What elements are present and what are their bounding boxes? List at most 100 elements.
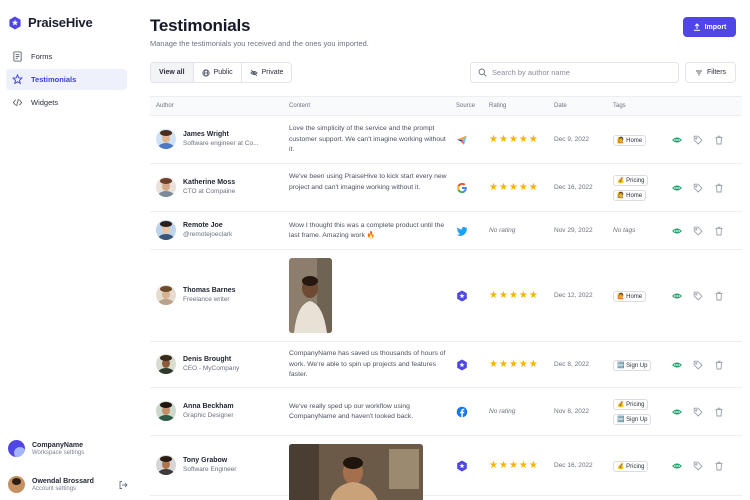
segment-view-all[interactable]: View all [151,63,194,82]
praisehive-icon [456,359,468,371]
logout-icon[interactable] [118,480,128,490]
avatar [156,354,176,374]
tag-icon[interactable] [693,226,703,236]
tag-badge[interactable]: 🆕 Sign Up [613,414,652,425]
star-icon: ★ [498,134,508,145]
sidebar-item-forms[interactable]: Forms [6,46,127,67]
visibility-toggle-icon[interactable] [672,291,682,301]
visibility-toggle-icon[interactable] [672,360,682,370]
segment-label: Private [261,69,284,76]
filter-icon [695,70,702,75]
trash-icon[interactable] [714,291,724,301]
trash-icon[interactable] [714,183,724,193]
tags-cell: 🆕 Sign Up [613,359,652,371]
account-name: Owendal Brossard [32,477,94,485]
segment-public[interactable]: Public [194,63,242,82]
author-cell: Tony Grabow Software Engineer [156,455,284,475]
author-role: CEO - MyCompany [183,365,240,372]
date-cell: Dec 9, 2022 [554,136,590,143]
tag-badge[interactable]: 🙋 Home [613,290,647,302]
tags-cell: 🙋 Home [613,290,647,302]
star-icon: ★ [489,290,498,301]
star-icon: ★ [508,460,518,471]
tag-badge[interactable]: 💰 Pricing [613,460,649,472]
capterra-icon [456,134,468,146]
trash-icon[interactable] [714,135,724,145]
tag-icon[interactable] [693,407,703,417]
author-name: Anna Beckham [183,403,234,410]
segment-private[interactable]: Private [242,63,292,82]
search-input[interactable] [492,68,672,77]
trash-icon[interactable] [714,407,724,417]
tag-icon[interactable] [693,360,703,370]
column-author: Author [156,103,174,109]
date-cell: Dec 16, 2022 [554,184,593,191]
column-date: Date [554,103,567,109]
praisehive-icon [456,290,468,302]
workspace-settings[interactable]: CompanyName Workspace settings [8,440,128,457]
tag-badge[interactable]: 🙋 Home [613,190,647,201]
video-thumbnail[interactable] [289,258,332,333]
video-thumbnail[interactable] [289,444,423,500]
tag-badge[interactable]: 🆕 Sign Up [613,359,652,371]
page-subtitle: Manage the testimonials you received and… [150,39,369,48]
star-icon: ★ [498,359,508,370]
table-row[interactable]: Tony Grabow Software Engineer ★ ★ ★ ★ ★ Dec 16,… [150,436,742,500]
page-title: Testimonials [150,16,251,35]
brand-logo[interactable]: PraiseHive [8,15,93,30]
table-row[interactable]: James Wright Software engineer at Co... Lo… [150,116,742,164]
rating-stars: ★ ★ ★ ★ ★ [489,135,538,145]
visibility-toggle-icon[interactable] [672,226,682,236]
row-actions [672,183,724,193]
tag-badge[interactable]: 💰 Pricing [613,399,649,410]
table-row[interactable]: Thomas Barnes Freelance writer ★ ★ ★ ★ ★ Dec 12… [150,250,742,342]
testimonial-content: We've really sped up our workflow using … [289,402,414,421]
row-actions [672,135,724,145]
table-row[interactable]: Denis Brought CEO - MyCompany CompanyName … [150,342,742,388]
sidebar-item-label: Testimonials [31,75,77,84]
row-actions [672,226,724,236]
star-icon: ★ [518,290,528,301]
sidebar-item-widgets[interactable]: Widgets [6,92,127,113]
tag-icon[interactable] [693,183,703,193]
workspace-settings-label: Workspace settings [32,449,85,456]
star-icon: ★ [498,182,508,193]
author-name: Thomas Barnes [183,287,236,294]
tag-icon[interactable] [693,135,703,145]
sidebar-item-testimonials[interactable]: Testimonials [6,69,127,90]
no-rating-label: No rating [489,408,516,415]
column-tags: Tags [613,103,626,109]
star-icon: ★ [489,134,498,145]
table-row[interactable]: Katherine Moss CTO at Compaine We've been … [150,164,742,212]
import-button[interactable]: Import [683,17,736,37]
visibility-toggle-icon[interactable] [672,461,682,471]
trash-icon[interactable] [714,461,724,471]
table-body: James Wright Software engineer at Co... Lo… [150,116,742,500]
star-icon: ★ [528,182,538,193]
tag-icon[interactable] [693,291,703,301]
tag-badge[interactable]: 💰 Pricing [613,175,649,186]
sidebar-nav: Forms Testimonials Widgets [6,46,127,115]
date-cell: Dec 12, 2022 [554,292,593,299]
trash-icon[interactable] [714,360,724,370]
avatar [156,129,176,149]
no-rating-label: No rating [489,227,516,234]
tag-badge[interactable]: 🙋 Home [613,134,647,146]
column-source: Source [456,103,476,109]
visibility-toggle-icon[interactable] [672,135,682,145]
author-cell: Thomas Barnes Freelance writer [156,285,284,305]
tag-icon[interactable] [693,461,703,471]
table-row[interactable]: Anna Beckham Graphic Designer We've really… [150,388,742,436]
date-cell: Dec 16, 2022 [554,462,593,469]
star-icon: ★ [489,359,498,370]
filters-button[interactable]: Filters [685,62,736,83]
trash-icon[interactable] [714,226,724,236]
table-row[interactable]: Remote Joe @remotejoeclark Wow I thought t… [150,212,742,250]
column-rating: Rating [489,103,507,109]
visibility-toggle-icon[interactable] [672,183,682,193]
import-label: Import [704,23,727,31]
table-header: Author Content Source Rating Date Tags [150,96,742,116]
google-icon [456,182,468,194]
account-settings[interactable]: Owendal Brossard Account settings [8,476,128,493]
visibility-toggle-icon[interactable] [672,407,682,417]
